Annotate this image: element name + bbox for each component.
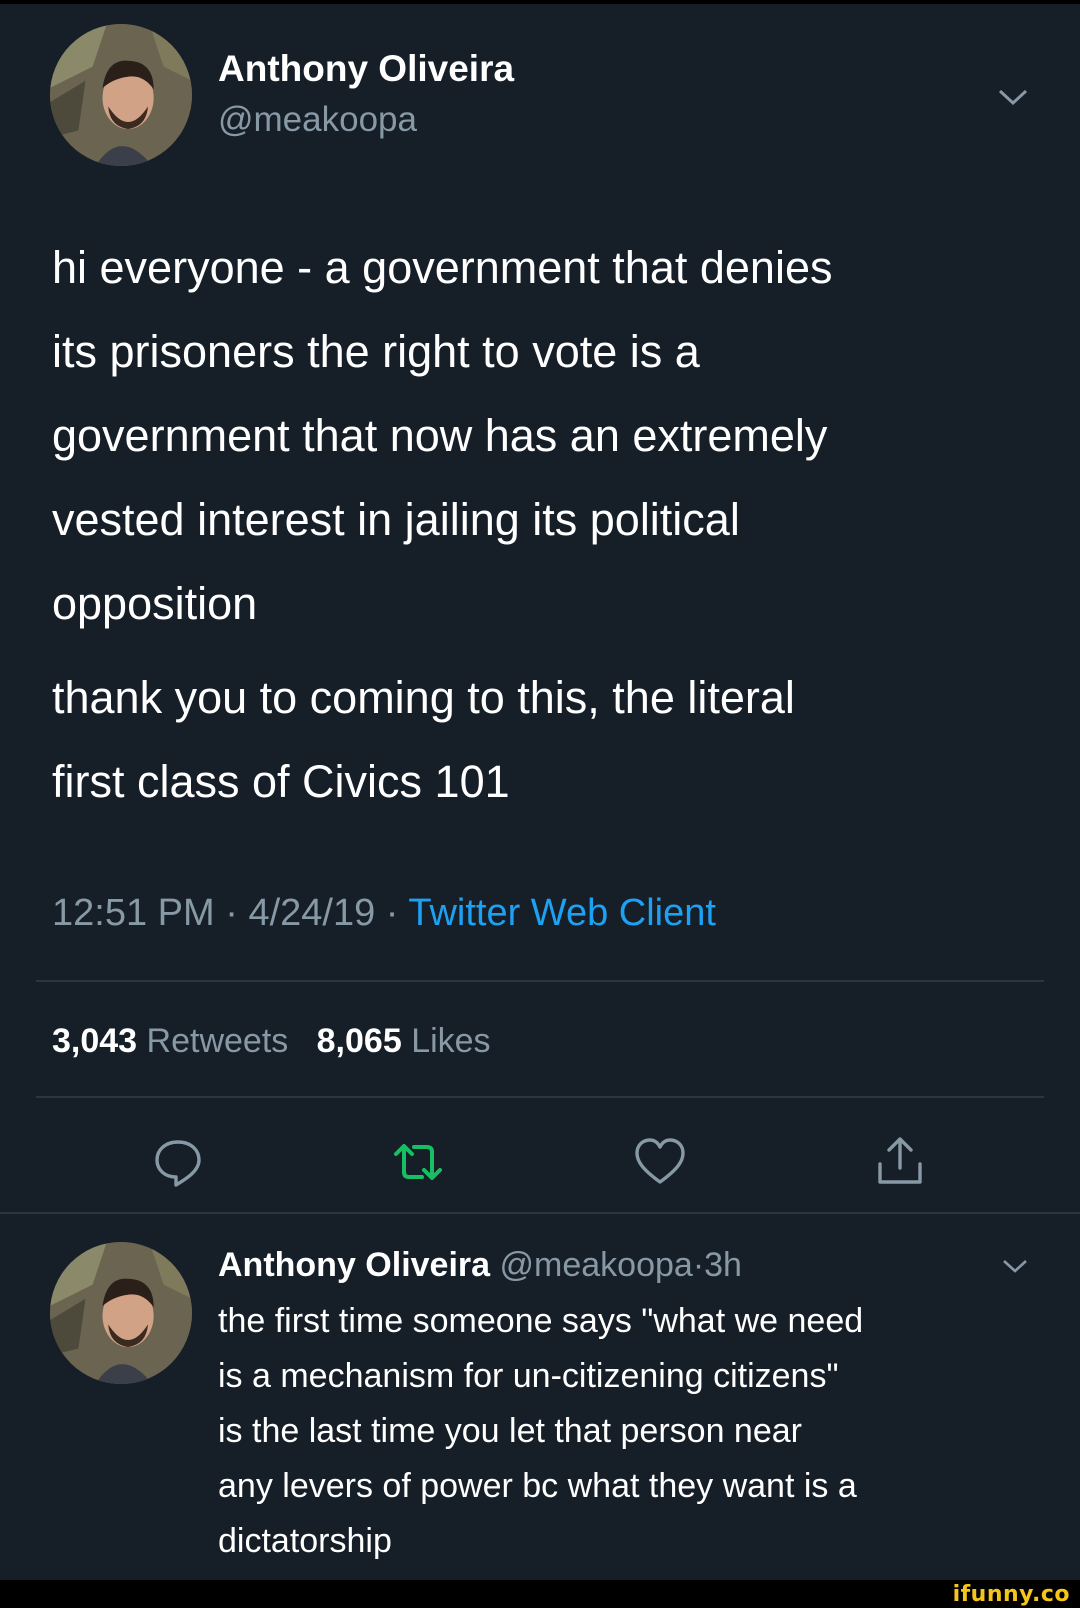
tweet-text-line: opposition	[52, 578, 258, 629]
action-bar	[0, 1134, 1080, 1194]
reply-text-line: any levers of power bc what they want is…	[218, 1467, 857, 1505]
share-icon[interactable]	[872, 1134, 928, 1190]
meta-separator: ·	[225, 892, 238, 934]
like-count: 8,065	[316, 1022, 402, 1060]
author-handle[interactable]: @meakoopa	[218, 100, 417, 140]
tweet-text-line: hi everyone - a government that denies	[52, 242, 833, 293]
retweet-icon[interactable]	[390, 1134, 446, 1190]
reply-author-handle[interactable]: @meakoopa	[500, 1246, 693, 1284]
tweet-stats: 3,043 Retweets 8,065 Likes	[52, 1022, 491, 1061]
retweets-stat[interactable]: 3,043 Retweets	[52, 1022, 298, 1060]
tweet-text-second-paragraph: thank you to coming to this, the literal…	[52, 656, 1052, 824]
reply-text: the first time someone says "what we nee…	[218, 1294, 1048, 1569]
reply-author-name[interactable]: Anthony Oliveira	[218, 1246, 490, 1284]
reply-chevron-down-icon[interactable]	[1002, 1258, 1028, 1274]
tweet-text-line: first class of Civics 101	[52, 756, 510, 807]
tweet-text-line: its prisoners the right to vote is a	[52, 326, 700, 377]
divider	[0, 1212, 1080, 1214]
like-label: Likes	[411, 1022, 491, 1060]
reply-age: 3h	[704, 1246, 742, 1284]
reply-text-line: is the last time you let that person nea…	[218, 1412, 802, 1450]
tweet-date: 4/24/19	[248, 892, 376, 934]
tweet-text-line: government that now has an extremely	[52, 410, 828, 461]
meta-separator: ·	[385, 892, 399, 934]
tweet-client-link[interactable]: Twitter Web Client	[408, 892, 716, 934]
retweet-count: 3,043	[52, 1022, 138, 1060]
chevron-down-icon[interactable]	[998, 88, 1028, 106]
tweet-text-line: vested interest in jailing its political	[52, 494, 740, 545]
tweet-screen: Anthony Oliveira @meakoopa hi everyone -…	[0, 4, 1080, 1580]
reply-separator: ·	[692, 1246, 705, 1284]
avatar-image	[50, 24, 192, 166]
tweet-meta: 12:51 PM · 4/24/19 · Twitter Web Client	[52, 892, 716, 935]
divider	[36, 1096, 1044, 1098]
author-name[interactable]: Anthony Oliveira	[218, 48, 514, 90]
tweet-text-line: thank you to coming to this, the literal	[52, 672, 795, 723]
author-avatar[interactable]	[50, 24, 192, 166]
retweet-label: Retweets	[146, 1022, 289, 1060]
reply-text-line: is a mechanism for un-citizening citizen…	[218, 1357, 839, 1395]
divider	[36, 980, 1044, 982]
likes-stat[interactable]: 8,065 Likes	[317, 1022, 491, 1060]
reply-text-line: the first time someone says "what we nee…	[218, 1302, 864, 1340]
reply-icon[interactable]	[150, 1134, 206, 1190]
watermark-logo: ifunny.co	[952, 1582, 1070, 1607]
reply-text-line: dictatorship	[218, 1522, 392, 1560]
like-icon[interactable]	[632, 1134, 688, 1190]
tweet-time: 12:51 PM	[52, 892, 215, 934]
tweet-text: hi everyone - a government that denies i…	[52, 226, 1052, 646]
reply-author-avatar[interactable]	[50, 1242, 192, 1384]
footer-bar	[0, 1580, 1080, 1608]
avatar-image	[50, 1242, 192, 1384]
reply-header: Anthony Oliveira @meakoopa·3h	[218, 1246, 742, 1285]
